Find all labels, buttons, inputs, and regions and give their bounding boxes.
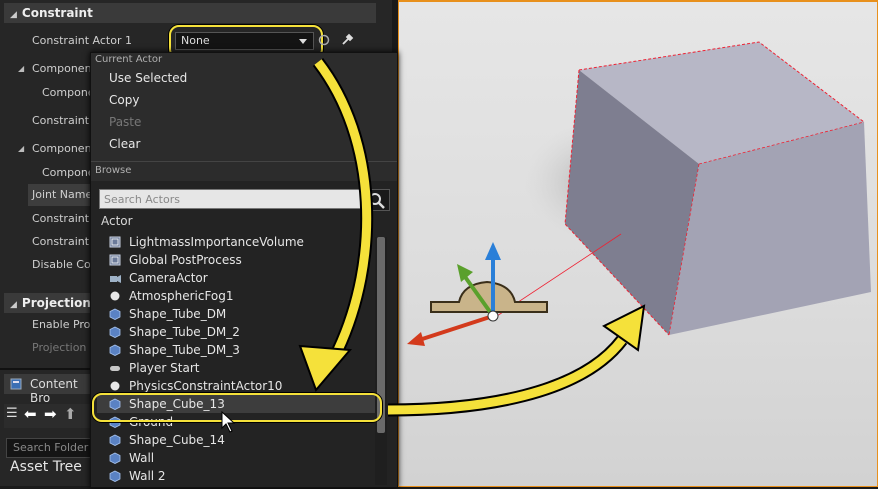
actor-label: Shape_Tube_DM_3: [129, 343, 240, 357]
projection-header-label: Projection: [21, 296, 91, 310]
mesh-icon: [109, 470, 121, 482]
actor-list-item[interactable]: AtmosphericFog1: [97, 287, 377, 305]
constraint-section-header[interactable]: ◢ Constraint: [4, 3, 376, 23]
content-browser-toolbar: ☰ ⬅ ➡ ⬆: [4, 404, 90, 428]
mesh-icon: [109, 452, 121, 464]
volume-icon: [109, 254, 121, 266]
constraint-actor-1-label: Constraint Actor 1: [32, 34, 132, 47]
menu-item-paste[interactable]: Paste: [109, 115, 141, 129]
actor-list-item[interactable]: Shape_Tube_DM_3: [97, 341, 377, 359]
mesh-icon: [109, 326, 121, 338]
actor-label: Wall 2: [129, 469, 166, 483]
property-label: Component: [32, 62, 96, 75]
actor-list-item[interactable]: Shape_Tube_DM_2: [97, 323, 377, 341]
sphere-icon: [110, 291, 120, 301]
actor-column-header[interactable]: Actor: [101, 214, 133, 228]
collapse-triangle-icon: ◢: [10, 10, 17, 20]
actor-list-scrollbar[interactable]: [375, 237, 387, 485]
menu-item-use-selected[interactable]: Use Selected: [109, 71, 187, 85]
content-browser-tab-label: Content Bro: [30, 377, 78, 405]
content-browser-icon: [10, 378, 22, 390]
actor-list-item[interactable]: CameraActor: [97, 269, 377, 287]
volume-icon: [109, 236, 121, 248]
current-actor-header: Current Actor: [95, 54, 163, 65]
menu-separator: [91, 161, 397, 162]
collapse-triangle-icon: ◢: [10, 300, 17, 310]
constraint-header-label: Constraint: [21, 6, 93, 20]
reset-icon[interactable]: [318, 34, 330, 46]
gamepad-icon: [110, 366, 120, 371]
mesh-icon: [109, 434, 121, 446]
actor-label: Wall: [129, 451, 155, 465]
actor-list-item[interactable]: LightmassImportanceVolume: [97, 233, 377, 251]
search-actors-field[interactable]: [99, 189, 363, 209]
property-label: Component: [32, 142, 96, 155]
mesh-icon: [109, 344, 121, 356]
folder-search-input[interactable]: Search Folder: [6, 438, 92, 458]
actor-label: Shape_Tube_DM: [129, 307, 227, 321]
actor-label: Global PostProcess: [129, 253, 242, 267]
gizmo-pivot[interactable]: [487, 310, 499, 322]
menu-item-clear[interactable]: Clear: [109, 137, 140, 151]
selected-actor-highlight-oval: [92, 393, 382, 422]
asset-tree-label: Asset Tree: [10, 459, 82, 475]
actor-list-item[interactable]: Wall 2: [97, 467, 377, 483]
actor-list-item[interactable]: Shape_Cube_14: [97, 431, 377, 449]
actor-label: Shape_Tube_DM_2: [129, 325, 240, 339]
list-icon[interactable]: ☰: [6, 406, 18, 421]
mesh-icon: [109, 308, 121, 320]
menu-item-copy[interactable]: Copy: [109, 93, 139, 107]
level-viewport[interactable]: [398, 0, 878, 487]
property-label: Compone: [42, 166, 95, 179]
back-arrow-icon[interactable]: ⬅: [24, 405, 37, 423]
eyedropper-icon[interactable]: [340, 32, 354, 46]
actor-label: AtmosphericFog1: [129, 289, 234, 303]
actor-label: PhysicsConstraintActor10: [129, 379, 283, 393]
property-label: Disable Coll: [32, 258, 97, 271]
gizmo-x-arrow[interactable]: [407, 332, 425, 346]
actor-list-item[interactable]: Global PostProcess: [97, 251, 377, 269]
search-actors-input[interactable]: [100, 190, 362, 208]
search-icon: [369, 193, 385, 209]
actor-list-item[interactable]: Shape_Tube_DM: [97, 305, 377, 323]
actor-picker-menu: Current Actor Use Selected Copy Paste Clear…: [90, 52, 398, 488]
viewport-scene: [407, 41, 871, 346]
property-label: Compone: [42, 86, 95, 99]
forward-arrow-icon[interactable]: ➡: [44, 405, 57, 423]
gizmo-x-axis[interactable]: [412, 314, 494, 344]
sphere-icon: [110, 381, 120, 391]
actor-label: Shape_Cube_14: [129, 433, 225, 447]
browse-header: Browse: [95, 165, 132, 176]
actor-list-item[interactable]: Wall: [97, 449, 377, 467]
camera-icon: [110, 275, 121, 283]
projection-l-label: Projection L: [32, 341, 97, 354]
actor-list-item[interactable]: Player Start: [97, 359, 377, 377]
expand-triangle-icon[interactable]: ◢: [18, 64, 24, 73]
actor-list: LightmassImportanceVolume Global PostProc…: [97, 233, 377, 483]
gizmo-z-arrow[interactable]: [485, 242, 501, 260]
folder-search-placeholder: Search Folder: [13, 441, 89, 454]
search-button[interactable]: [364, 189, 390, 211]
content-browser-tab[interactable]: Content Bro: [4, 374, 90, 405]
actor-label: CameraActor: [129, 271, 208, 285]
actor-label: LightmassImportanceVolume: [129, 235, 304, 249]
expand-triangle-icon[interactable]: ◢: [18, 144, 24, 153]
up-arrow-icon[interactable]: ⬆: [64, 405, 77, 423]
actor-label: Player Start: [129, 361, 200, 375]
property-label: Joint Name: [28, 184, 94, 206]
